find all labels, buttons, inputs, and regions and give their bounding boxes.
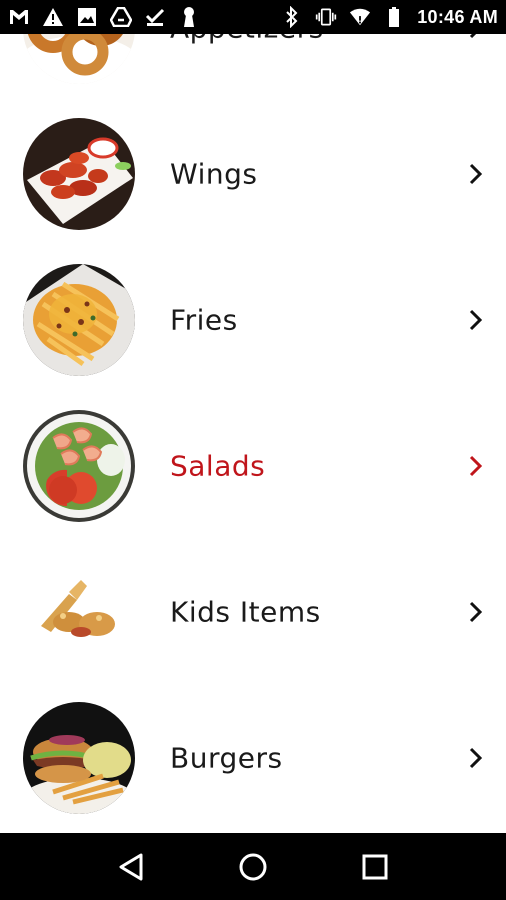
category-row-fries[interactable]: Fries <box>0 247 506 393</box>
category-row-wings[interactable]: Wings <box>0 101 506 247</box>
system-navigation-bar <box>0 833 506 900</box>
battery-icon <box>383 6 405 28</box>
keyhole-icon <box>178 6 200 28</box>
back-icon[interactable] <box>111 847 151 887</box>
home-icon[interactable] <box>233 847 273 887</box>
chevron-right-icon <box>468 746 484 770</box>
buffalo-wings-photo <box>23 118 135 230</box>
cheese-fries-photo <box>23 264 135 376</box>
category-row-burgers[interactable]: Burgers <box>0 685 506 831</box>
chicken-tenders-photo <box>23 556 135 668</box>
drive-icon <box>110 6 132 28</box>
category-label: Wings <box>170 157 258 191</box>
chevron-right-icon <box>468 454 484 478</box>
menu-category-list[interactable]: Appetizers Wings <box>0 34 506 833</box>
onion-rings-photo <box>23 34 135 84</box>
status-bar: 10:46 AM <box>0 0 506 34</box>
vibrate-icon <box>315 6 337 28</box>
chevron-right-icon <box>468 162 484 186</box>
category-row-kids-items[interactable]: Kids Items <box>0 539 506 685</box>
shrimp-salad-photo <box>23 410 135 522</box>
category-label: Kids Items <box>170 595 321 629</box>
bluetooth-icon <box>281 6 303 28</box>
gmail-icon <box>8 6 30 28</box>
chevron-right-icon <box>468 34 484 40</box>
chevron-right-icon <box>468 308 484 332</box>
category-row-salads[interactable]: Salads <box>0 393 506 539</box>
category-label: Salads <box>170 449 266 483</box>
recents-icon[interactable] <box>355 847 395 887</box>
chevron-right-icon <box>468 600 484 624</box>
category-label: Burgers <box>170 741 283 775</box>
category-label: Fries <box>170 303 238 337</box>
category-label: Appetizers <box>170 34 324 45</box>
clock: 10:46 AM <box>417 6 498 27</box>
image-icon <box>76 6 98 28</box>
download-done-icon <box>144 6 166 28</box>
warning-icon <box>42 6 64 28</box>
burger-photo <box>23 702 135 814</box>
notification-icons <box>8 6 200 28</box>
category-row-appetizers[interactable]: Appetizers <box>0 34 506 101</box>
system-icons: 10:46 AM <box>281 6 498 28</box>
wifi-icon <box>349 6 371 28</box>
